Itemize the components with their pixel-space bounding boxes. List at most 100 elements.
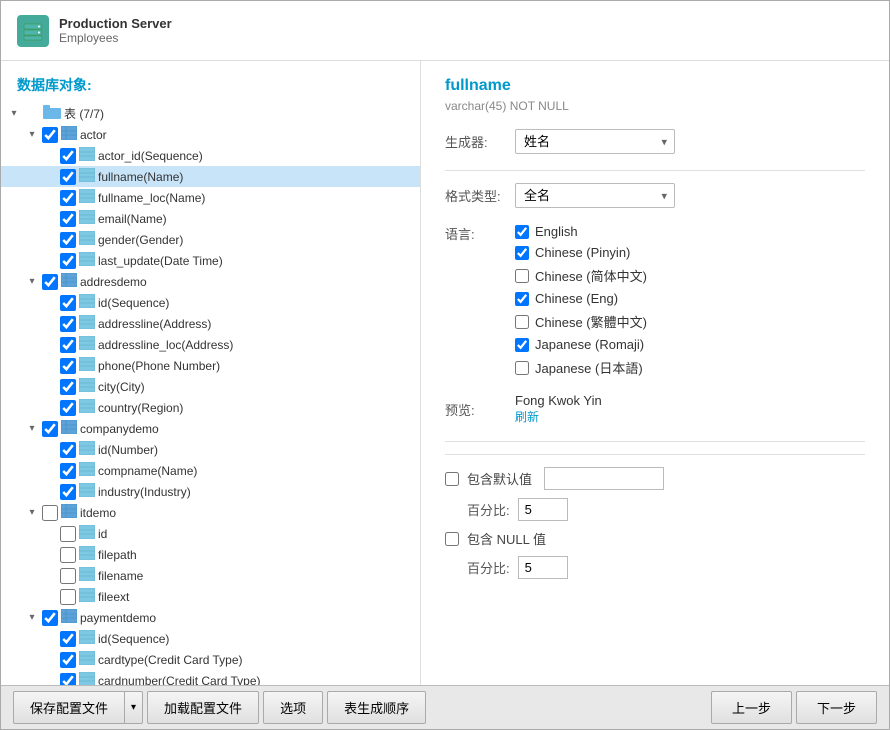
field-icon-it_id [79,525,95,542]
checkbox-fullname[interactable] [60,169,76,185]
percent-label-2: 百分比: [467,558,510,577]
checkbox-city[interactable] [60,379,76,395]
checkbox-fileext[interactable] [60,589,76,605]
tree-arrow-addresdemo[interactable]: ▾ [25,276,39,287]
tree-item-addresdemo[interactable]: ▾ addresdemo [1,271,420,292]
lang-checkbox-lang_japanese_romaji[interactable] [515,338,529,352]
checkbox-gender[interactable] [60,232,76,248]
lang-checkbox-lang_chinese_eng[interactable] [515,292,529,306]
field-icon-fileext [79,588,95,605]
prev-button[interactable]: 上一步 [711,691,792,724]
tree-arrow-paymentdemo[interactable]: ▾ [25,612,39,623]
checkbox-itdemo[interactable] [42,505,58,521]
tree-item-phone[interactable]: phone(Phone Number) [1,355,420,376]
preview-refresh-link[interactable]: 刷新 [515,410,539,424]
checkbox-pay_id[interactable] [60,631,76,647]
lang-label-lang_chinese_traditional: Chinese (繁體中文) [535,312,647,331]
include-null-checkbox[interactable] [445,532,459,546]
tree-arrow-itdemo[interactable]: ▾ [25,507,39,518]
tree-item-fullname_loc[interactable]: fullname_loc(Name) [1,187,420,208]
checkbox-filename[interactable] [60,568,76,584]
checkbox-compname[interactable] [60,463,76,479]
tree-item-compname[interactable]: compname(Name) [1,460,420,481]
checkbox-actor[interactable] [42,127,58,143]
checkbox-fullname_loc[interactable] [60,190,76,206]
tree-arrow-tables-root[interactable]: ▾ [7,108,21,119]
load-config-button[interactable]: 加载配置文件 [147,691,259,724]
tree-label-addresdemo: addresdemo [80,275,147,289]
tree-item-last_update[interactable]: last_update(Date Time) [1,250,420,271]
tree-arrow-companydemo[interactable]: ▾ [25,423,39,434]
checkbox-addresdemo[interactable] [42,274,58,290]
checkbox-last_update[interactable] [60,253,76,269]
tree-item-companydemo[interactable]: ▾companydemo [1,418,420,439]
checkbox-comp_id[interactable] [60,442,76,458]
checkbox-it_id[interactable] [60,526,76,542]
lang-checkbox-lang_chinese_traditional[interactable] [515,315,529,329]
tree-label-tables-root: 表 (7/7) [64,105,104,122]
tree-item-industry[interactable]: industry(Industry) [1,481,420,502]
tree-item-addressline_loc[interactable]: addressline_loc(Address) [1,334,420,355]
checkbox-cardnumber[interactable] [60,673,76,686]
tree-item-email[interactable]: email(Name) [1,208,420,229]
tree-item-fullname[interactable]: fullname(Name) [1,166,420,187]
tree-item-city[interactable]: city(City) [1,376,420,397]
checkbox-phone[interactable] [60,358,76,374]
tree-item-pay_id[interactable]: id(Sequence) [1,628,420,649]
checkbox-cardtype[interactable] [60,652,76,668]
checkbox-companydemo[interactable] [42,421,58,437]
tree-item-it_id[interactable]: id [1,523,420,544]
tree-item-addr_id[interactable]: id(Sequence) [1,292,420,313]
divider-1 [445,170,865,171]
lang-checkbox-lang_japanese[interactable] [515,361,529,375]
tree-item-filepath[interactable]: filepath [1,544,420,565]
tree-item-addressline[interactable]: addressline(Address) [1,313,420,334]
tree-item-fileext[interactable]: fileext [1,586,420,607]
bottom-section: 包含默认值 百分比: 包含 NULL 值 百分比: [445,454,865,579]
checkbox-paymentdemo[interactable] [42,610,58,626]
checkbox-addressline[interactable] [60,316,76,332]
tree-item-paymentdemo[interactable]: ▾paymentdemo [1,607,420,628]
include-default-input[interactable] [544,467,664,490]
tree-arrow-actor[interactable]: ▾ [25,129,39,140]
format-type-select[interactable]: 全名 [515,183,675,208]
field-icon-addressline [79,315,95,332]
checkbox-addressline_loc[interactable] [60,337,76,353]
lang-label-lang_english: English [535,224,578,239]
tree-item-gender[interactable]: gender(Gender) [1,229,420,250]
lang-checkbox-lang_chinese_pinyin[interactable] [515,246,529,260]
options-button[interactable]: 选项 [263,691,323,724]
save-config-arrow-button[interactable]: ▾ [124,691,143,724]
field-type: varchar(45) NOT NULL [445,99,865,113]
include-default-checkbox[interactable] [445,472,459,486]
lang-row-lang_chinese_pinyin: Chinese (Pinyin) [515,245,647,260]
generator-dropdown-wrapper: 姓名 [515,129,675,154]
checkbox-filepath[interactable] [60,547,76,563]
tree-item-tables-root[interactable]: ▾ 表 (7/7) [1,103,420,124]
save-config-button[interactable]: 保存配置文件 [13,691,124,724]
lang-checkbox-lang_english[interactable] [515,225,529,239]
next-button[interactable]: 下一步 [796,691,877,724]
lang-checkbox-lang_chinese_simplified[interactable] [515,269,529,283]
checkbox-addr_id[interactable] [60,295,76,311]
checkbox-industry[interactable] [60,484,76,500]
checkbox-country[interactable] [60,400,76,416]
tree-item-comp_id[interactable]: id(Number) [1,439,420,460]
tree-item-country[interactable]: country(Region) [1,397,420,418]
save-config-split-btn: 保存配置文件 ▾ [13,691,143,724]
field-icon-addr_id [79,294,95,311]
generator-select[interactable]: 姓名 [515,129,675,154]
checkbox-email[interactable] [60,211,76,227]
table-order-button[interactable]: 表生成顺序 [327,691,426,724]
tree-item-actor[interactable]: ▾actor [1,124,420,145]
checkbox-actor_id[interactable] [60,148,76,164]
percent-input-2[interactable] [518,556,568,579]
field-icon-pay_id [79,630,95,647]
tree-item-actor_id[interactable]: actor_id(Sequence) [1,145,420,166]
tree-item-filename[interactable]: filename [1,565,420,586]
tree-item-cardnumber[interactable]: cardnumber(Credit Card Type) [1,670,420,685]
tree-item-cardtype[interactable]: cardtype(Credit Card Type) [1,649,420,670]
tree-label-pay_id: id(Sequence) [98,632,169,646]
tree-item-itdemo[interactable]: ▾itdemo [1,502,420,523]
percent-input-1[interactable] [518,498,568,521]
